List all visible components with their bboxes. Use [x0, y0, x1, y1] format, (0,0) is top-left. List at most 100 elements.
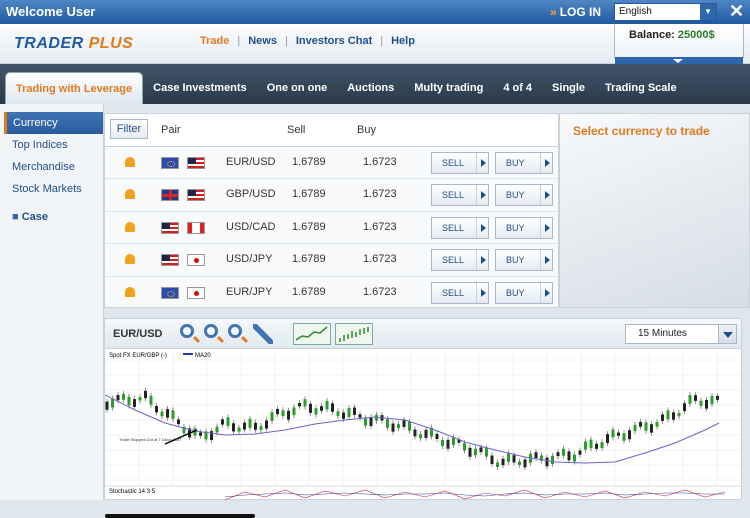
candle — [507, 453, 510, 462]
sell-button[interactable]: SELL — [431, 281, 489, 304]
candle — [276, 408, 279, 415]
candle — [221, 419, 224, 425]
candle — [672, 412, 675, 420]
candle — [364, 417, 367, 426]
nav-trade[interactable]: Trade — [200, 35, 229, 47]
sidebar-item-merchandise[interactable]: Merchandise — [0, 156, 103, 178]
candle — [463, 443, 466, 451]
chart-panel: EUR/USD 15 Minutes Spot FX EUR/GBP (-) M… — [104, 318, 742, 518]
tab-auctions[interactable]: Auctions — [337, 72, 404, 104]
tab-trading-scale[interactable]: Trading Scale — [595, 72, 687, 104]
candle — [215, 426, 219, 433]
candle — [496, 462, 499, 468]
language-value: English — [619, 6, 652, 17]
chart-toolbar: EUR/USD 15 Minutes — [105, 319, 741, 349]
tab-trading-with-leverage[interactable]: Trading with Leverage — [5, 72, 144, 104]
play-icon — [476, 217, 488, 238]
zoom-reset-icon[interactable] — [228, 324, 242, 338]
candle — [512, 455, 516, 463]
eu-flag-icon — [161, 286, 179, 299]
candle — [342, 412, 345, 419]
case-icon: ■ — [12, 211, 19, 223]
bell-icon[interactable] — [125, 189, 135, 200]
tab-case-investments[interactable]: Case Investments — [143, 72, 257, 104]
candle — [518, 461, 521, 466]
timeframe-select[interactable]: 15 Minutes — [625, 324, 737, 344]
sidebar-item-stock-markets[interactable]: Stock Markets — [0, 178, 103, 200]
table-row: EUR/JPY 1.6789 1.6723 SELL BUY — [105, 277, 558, 309]
canada-flag-icon — [187, 221, 205, 234]
close-icon[interactable]: ✕ — [729, 1, 744, 22]
nav-news[interactable]: News — [248, 35, 277, 47]
sell-button[interactable]: SELL — [431, 249, 489, 272]
table-row: GBP/USD 1.6789 1.6723 SELL BUY — [105, 179, 558, 212]
tab-4-of-4[interactable]: 4 of 4 — [493, 72, 542, 104]
balance-value: 25000$ — [677, 29, 715, 41]
candle — [468, 447, 472, 457]
candle — [292, 407, 296, 416]
buy-button[interactable]: BUY — [495, 152, 553, 174]
balance-label: Balance: — [629, 29, 675, 41]
double-chevron-icon: » — [550, 5, 557, 19]
buy-label: BUY — [506, 190, 525, 201]
candle — [358, 414, 362, 418]
logo-text-left: TRADER — [14, 35, 84, 52]
uk-flag-icon — [161, 189, 179, 202]
tab-single[interactable]: Single — [542, 72, 595, 104]
candle-chart-button[interactable] — [335, 323, 373, 345]
candle — [622, 433, 626, 441]
candle — [325, 400, 329, 410]
price-chart[interactable]: Spot FX EUR/GBP (-) MA20 Trade Stopped O… — [104, 350, 741, 518]
candle — [265, 420, 268, 429]
chart-scrollbar-thumb[interactable] — [105, 514, 255, 518]
candle — [666, 410, 670, 420]
sidebar-item-case[interactable]: ■ Case — [0, 206, 103, 228]
tab-multy-trading[interactable]: Multy trading — [404, 72, 493, 104]
buy-button[interactable]: BUY — [495, 249, 553, 272]
bell-icon[interactable] — [125, 286, 135, 297]
buy-button[interactable]: BUY — [495, 184, 553, 207]
tab-one-on-one[interactable]: One on one — [257, 72, 338, 104]
candle — [435, 433, 439, 440]
header-buy: Buy — [357, 124, 376, 136]
line-chart-button[interactable] — [293, 323, 331, 345]
buy-button[interactable]: BUY — [495, 216, 553, 239]
zoom-in-icon[interactable] — [204, 324, 218, 338]
buy-label: BUY — [506, 158, 525, 168]
sell-button[interactable]: SELL — [431, 152, 489, 174]
sell-button[interactable]: SELL — [431, 184, 489, 207]
candle-chart-icon — [339, 327, 369, 342]
bell-icon[interactable] — [125, 157, 135, 167]
nav-help[interactable]: Help — [391, 35, 415, 47]
candle — [650, 424, 653, 433]
candle — [259, 425, 263, 430]
candle — [397, 424, 400, 429]
filter-button[interactable]: Filter — [110, 119, 148, 139]
chevron-down-icon[interactable]: ▼ — [700, 4, 716, 20]
candle — [694, 395, 697, 401]
login-link[interactable]: » LOG IN — [550, 5, 601, 19]
candle — [633, 424, 637, 432]
play-icon — [476, 282, 488, 303]
candle — [705, 399, 708, 409]
japan-flag-icon — [187, 286, 205, 299]
candle — [369, 417, 373, 427]
chevron-down-icon[interactable] — [718, 325, 736, 343]
buy-button[interactable]: BUY — [495, 281, 553, 304]
bell-icon[interactable] — [125, 254, 135, 265]
timeframe-value: 15 Minutes — [638, 328, 687, 339]
nav-investors-chat[interactable]: Investors Chat — [296, 35, 372, 47]
sidebar-item-top-indices[interactable]: Top Indices — [0, 134, 103, 156]
candle — [716, 395, 719, 400]
sidebar-item-currency[interactable]: Currency — [4, 112, 103, 134]
candle — [441, 439, 444, 446]
bell-icon[interactable] — [125, 221, 135, 232]
candle — [243, 422, 246, 430]
language-select[interactable]: English ▼ — [614, 3, 717, 21]
zoom-out-icon[interactable] — [180, 324, 194, 338]
us-flag-icon — [161, 221, 179, 234]
buy-price: 1.6723 — [363, 253, 397, 266]
pencil-icon[interactable] — [253, 324, 273, 344]
nav-separator: | — [380, 35, 384, 47]
sell-button[interactable]: SELL — [431, 216, 489, 239]
